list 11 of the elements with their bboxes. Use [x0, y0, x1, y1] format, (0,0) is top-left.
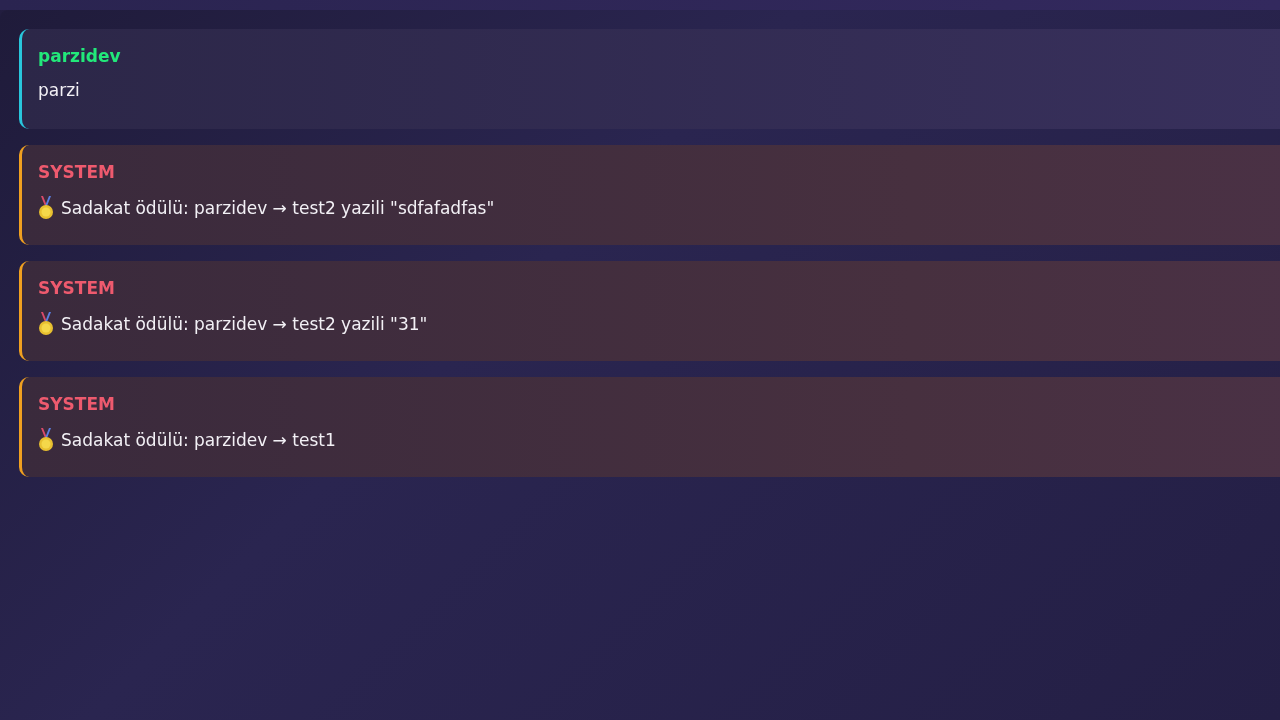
message-author: SYSTEM	[38, 162, 115, 182]
message-text: Sadakat ödülü: parzidev → test2 yazili "sdfafadfas"	[61, 198, 495, 218]
message-author: SYSTEM	[38, 278, 115, 298]
medal-icon	[38, 196, 54, 220]
medal-icon	[38, 428, 54, 452]
message-author: SYSTEM	[38, 394, 115, 414]
message-author: parzidev	[38, 46, 121, 66]
medal-icon	[38, 312, 54, 336]
message-text: parzi	[38, 80, 80, 100]
message-text: Sadakat ödülü: parzidev → test2 yazili "31"	[61, 314, 428, 334]
message-text: Sadakat ödülü: parzidev → test1	[61, 430, 336, 450]
